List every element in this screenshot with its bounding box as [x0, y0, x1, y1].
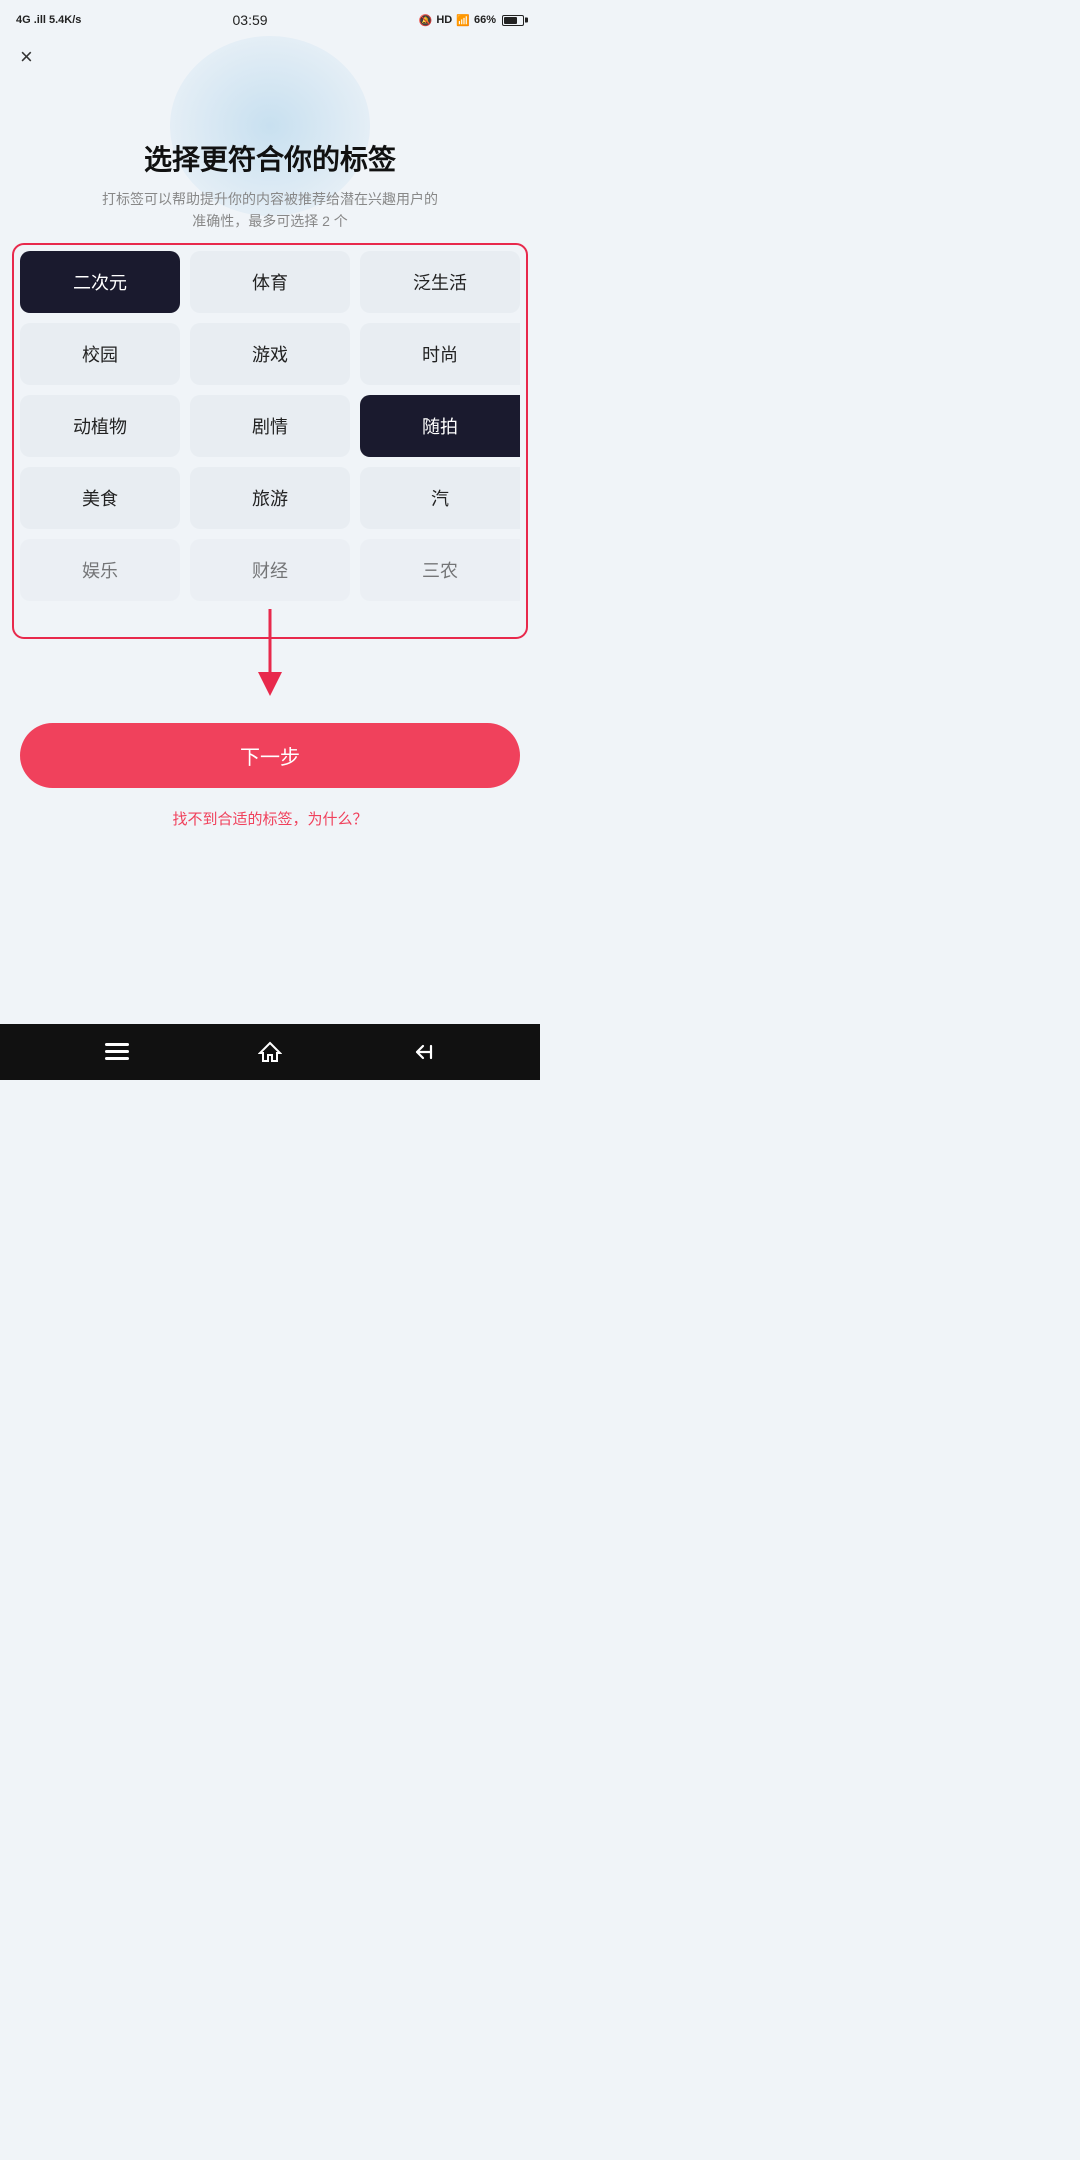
home-icon — [258, 1040, 282, 1064]
arrow-indicator — [240, 609, 300, 699]
close-button[interactable]: × — [20, 36, 33, 78]
title-section: 选择更符合你的标签 打标签可以帮助提升你的内容被推荐给潜在兴趣用户的准确性，最多… — [102, 138, 438, 233]
tag-sannong[interactable]: 三农 — [360, 539, 520, 601]
help-text-prefix: 找不到合适的标签， — [172, 811, 307, 828]
tag-caijing[interactable]: 财经 — [190, 539, 350, 601]
help-text: 找不到合适的标签，为什么？ — [172, 808, 367, 829]
tag-xiaoyuan[interactable]: 校园 — [20, 323, 180, 385]
help-text-link[interactable]: 为什么？ — [308, 811, 368, 828]
battery-percent: 66% — [474, 14, 496, 26]
status-time: 03:59 — [233, 12, 268, 28]
nav-back-icon[interactable] — [411, 1040, 435, 1064]
next-step-button[interactable]: 下一步 — [20, 723, 520, 788]
alarm-icon: 🔕 — [419, 14, 433, 27]
tag-qi[interactable]: 汽 — [360, 467, 520, 529]
status-bar: 4G .ill 5.4K/s 03:59 🔕 HD 📶 66% — [0, 0, 540, 36]
main-content: × 选择更符合你的标签 打标签可以帮助提升你的内容被推荐给潜在兴趣用户的准确性，… — [0, 36, 540, 1024]
tag-juqing[interactable]: 剧情 — [190, 395, 350, 457]
battery-icon — [502, 15, 524, 26]
status-right: 🔕 HD 📶 66% — [419, 14, 524, 27]
nav-home-icon[interactable] — [258, 1040, 282, 1064]
page-title: 选择更符合你的标签 — [102, 138, 438, 178]
tag-youxi[interactable]: 游戏 — [190, 323, 350, 385]
back-icon — [411, 1040, 435, 1064]
tags-container: 二次元 体育 泛生活 校园 游戏 时尚 动植物 剧情 随拍 美食 旅游 汽 娱乐… — [20, 251, 520, 699]
bottom-nav — [0, 1024, 540, 1080]
nav-menu-icon[interactable] — [105, 1043, 129, 1061]
tag-meishi[interactable]: 美食 — [20, 467, 180, 529]
hd-label: HD — [436, 14, 452, 26]
tags-grid: 二次元 体育 泛生活 校园 游戏 时尚 动植物 剧情 随拍 美食 旅游 汽 — [20, 251, 520, 529]
status-left: 4G .ill 5.4K/s — [16, 14, 81, 26]
page-subtitle: 打标签可以帮助提升你的内容被推荐给潜在兴趣用户的准确性，最多可选择 2 个 — [102, 188, 438, 233]
tag-lvyou[interactable]: 旅游 — [190, 467, 350, 529]
tag-erci[interactable]: 二次元 — [20, 251, 180, 313]
tag-yule[interactable]: 娱乐 — [20, 539, 180, 601]
tag-tiyu[interactable]: 体育 — [190, 251, 350, 313]
tag-shishang[interactable]: 时尚 — [360, 323, 520, 385]
tag-dongzhi[interactable]: 动植物 — [20, 395, 180, 457]
tag-suipai[interactable]: 随拍 — [360, 395, 520, 457]
tag-fan[interactable]: 泛生活 — [360, 251, 520, 313]
hamburger-icon — [105, 1043, 129, 1061]
wifi-icon: 📶 — [456, 14, 470, 27]
tags-grid-row5: 娱乐 财经 三农 — [20, 539, 520, 601]
